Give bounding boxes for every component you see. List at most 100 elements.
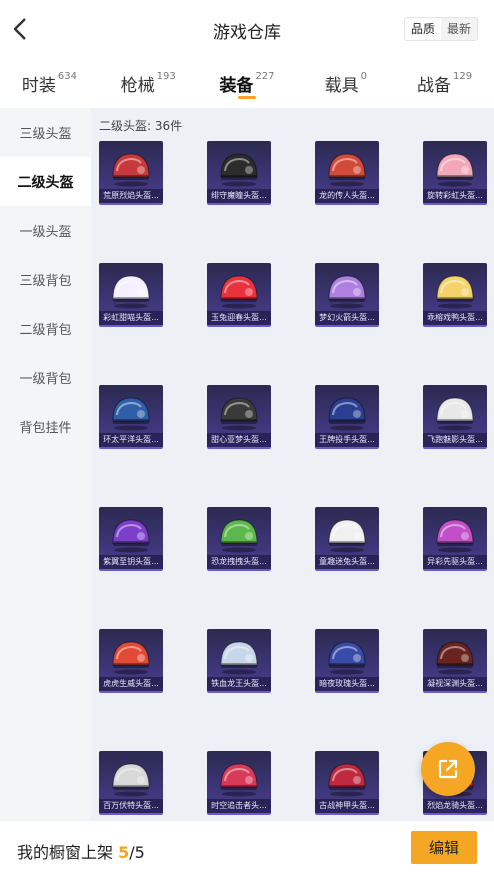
item-name: 绯守魔瞳头盔...: [207, 189, 271, 203]
item-card[interactable]: 绯守魔瞳头盔...: [207, 141, 271, 205]
item-name: 彩虹甜喵头盔...: [99, 311, 163, 325]
item-name: 龙的传人头盔...: [315, 189, 379, 203]
sidebar-item-level2-backpack[interactable]: 二级背包: [0, 304, 91, 353]
item-name: 环太平洋头盔...: [99, 433, 163, 447]
item-card[interactable]: 童趣迷兔头盔...: [315, 507, 379, 571]
item-card[interactable]: 荒原烈焰头盔...: [99, 141, 163, 205]
helmet-icon: [328, 275, 366, 309]
item-grid-panel: 二级头盔: 36件 荒原烈焰头盔... 绯守魔瞳头盔... 龙的传人头盔... 旋转彩…: [91, 108, 494, 820]
helmet-icon: [436, 641, 474, 675]
helmet-icon: [436, 519, 474, 553]
section-title: 二级头盔: 36件: [99, 119, 183, 133]
tab-label: 枪械: [120, 76, 155, 96]
item-card[interactable]: 乖榕戏鸭头盔...: [423, 263, 487, 327]
helmet-icon: [112, 519, 150, 553]
item-name: 紫翼至钥头盔...: [99, 555, 163, 569]
tab-vehicles[interactable]: 载具 0: [296, 58, 395, 108]
showcase-status: 我的橱窗上架 5/5: [17, 839, 145, 863]
category-tabs: 时装 634 枪械 193 装备 227 载具 0 战备 129: [0, 58, 494, 108]
item-name: 童趣迷兔头盔...: [315, 555, 379, 569]
helmet-icon: [436, 275, 474, 309]
item-card[interactable]: 虎虎生威头盔...: [99, 629, 163, 693]
share-button[interactable]: [421, 742, 475, 796]
item-name: 梦幻火箭头盔...: [315, 311, 379, 325]
sidebar-item-level3-helmet[interactable]: 三级头盔: [0, 108, 91, 157]
showcase-total-count: /5: [129, 843, 145, 862]
sort-option-quality[interactable]: 品质: [404, 18, 441, 40]
item-name: 异彩先驱头盔...: [423, 555, 487, 569]
item-card[interactable]: 旋转彩虹头盔...: [423, 141, 487, 205]
item-card[interactable]: 环太平洋头盔...: [99, 385, 163, 449]
tab-label: 装备: [219, 76, 254, 96]
item-card[interactable]: 凝视深渊头盔...: [423, 629, 487, 693]
item-card[interactable]: 梦幻火箭头盔...: [315, 263, 379, 327]
helmet-icon: [328, 641, 366, 675]
item-name: 古战神甲头盔...: [315, 799, 379, 813]
item-card[interactable]: 恐龙拽拽头盔...: [207, 507, 271, 571]
item-card[interactable]: 飞跑魅影头盔...: [423, 385, 487, 449]
sort-option-latest[interactable]: 最新: [441, 18, 477, 40]
item-card[interactable]: 古战神甲头盔...: [315, 751, 379, 815]
item-card[interactable]: 龙的传人头盔...: [315, 141, 379, 205]
item-name: 飞跑魅影头盔...: [423, 433, 487, 447]
sidebar-item-level3-backpack[interactable]: 三级背包: [0, 255, 91, 304]
helmet-icon: [112, 397, 150, 431]
tab-weapons[interactable]: 枪械 193: [99, 58, 198, 108]
tab-count: 227: [255, 71, 275, 82]
item-grid: 荒原烈焰头盔... 绯守魔瞳头盔... 龙的传人头盔... 旋转彩虹头盔... 彩虹甜喵…: [99, 141, 489, 815]
edit-button[interactable]: 编辑: [411, 831, 477, 864]
bottom-bar: 我的橱窗上架 5/5 编辑: [0, 820, 494, 875]
item-card[interactable]: 王牌投手头盔...: [315, 385, 379, 449]
helmet-icon: [436, 397, 474, 431]
tab-label: 载具: [324, 76, 359, 96]
tab-equipment[interactable]: 装备 227: [198, 58, 297, 108]
item-name: 旋转彩虹头盔...: [423, 189, 487, 203]
helmet-icon: [112, 153, 150, 187]
item-name: 恐龙拽拽头盔...: [207, 555, 271, 569]
helmet-icon: [220, 763, 258, 797]
sidebar-item-level1-helmet[interactable]: 一级头盔: [0, 206, 91, 255]
helmet-icon: [436, 153, 474, 187]
item-name: 王牌投手头盔...: [315, 433, 379, 447]
helmet-icon: [328, 763, 366, 797]
item-card[interactable]: 暗夜玫瑰头盔...: [315, 629, 379, 693]
active-tab-indicator: [237, 96, 256, 99]
item-card[interactable]: 时空追击者头...: [207, 751, 271, 815]
helmet-icon: [220, 519, 258, 553]
item-name: 百万伏特头盔...: [99, 799, 163, 813]
item-name: 铁血龙王头盔...: [207, 677, 271, 691]
item-card[interactable]: 异彩先驱头盔...: [423, 507, 487, 571]
helmet-icon: [220, 641, 258, 675]
tab-fashion[interactable]: 时装 634: [0, 58, 99, 108]
item-name: 甜心亚梦头盔...: [207, 433, 271, 447]
item-card[interactable]: 玉兔迎春头盔...: [207, 263, 271, 327]
item-card[interactable]: 铁血龙王头盔...: [207, 629, 271, 693]
showcase-current-count: 5: [118, 843, 130, 862]
sort-toggle[interactable]: 品质 最新: [403, 17, 478, 41]
item-name: 虎虎生威头盔...: [99, 677, 163, 691]
item-card[interactable]: 紫翼至钥头盔...: [99, 507, 163, 571]
item-name: 荒原烈焰头盔...: [99, 189, 163, 203]
showcase-label: 我的橱窗上架: [17, 843, 119, 862]
item-name: 凝视深渊头盔...: [423, 677, 487, 691]
tab-supplies[interactable]: 战备 129: [395, 58, 494, 108]
sidebar-item-level1-backpack[interactable]: 一级背包: [0, 353, 91, 402]
item-card[interactable]: 百万伏特头盔...: [99, 751, 163, 815]
item-card[interactable]: 甜心亚梦头盔...: [207, 385, 271, 449]
item-card[interactable]: 彩虹甜喵头盔...: [99, 263, 163, 327]
sidebar: 三级头盔 二级头盔 一级头盔 三级背包 二级背包 一级背包 背包挂件: [0, 108, 91, 820]
helmet-icon: [328, 397, 366, 431]
sidebar-item-backpack-charm[interactable]: 背包挂件: [0, 402, 91, 451]
share-external-icon: [438, 759, 458, 779]
tab-count: 634: [57, 71, 77, 82]
tab-label: 时装: [21, 76, 56, 96]
helmet-icon: [328, 519, 366, 553]
item-name: 暗夜玫瑰头盔...: [315, 677, 379, 691]
helmet-icon: [112, 641, 150, 675]
item-name: 玉兔迎春头盔...: [207, 311, 271, 325]
sidebar-item-level2-helmet[interactable]: 二级头盔: [0, 157, 91, 206]
helmet-icon: [220, 153, 258, 187]
tab-count: 129: [453, 71, 473, 82]
helmet-icon: [112, 763, 150, 797]
item-name: 烈焰龙骑头盔...: [423, 799, 487, 813]
